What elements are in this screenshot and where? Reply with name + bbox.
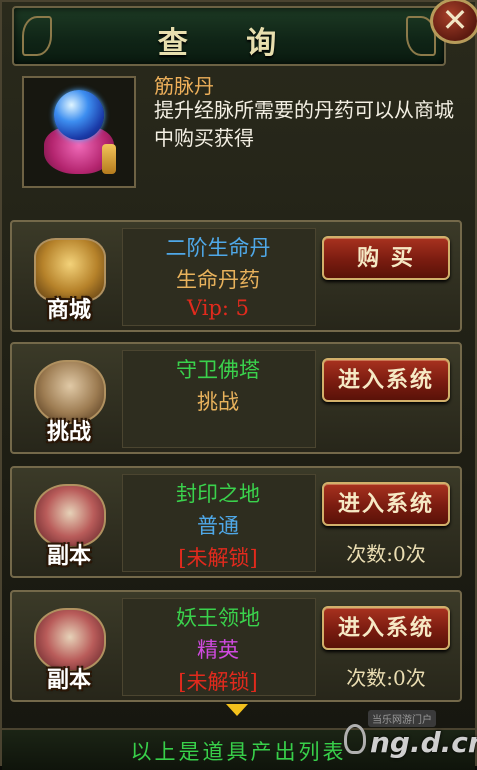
- source-row-challenge: 挑战 守卫佛塔 挑战 进入系统: [10, 342, 462, 454]
- close-button[interactable]: ✕: [430, 0, 477, 44]
- source-row-shop: 商城 二阶生命丹 生命丹药 Vip: 5 购 买: [10, 220, 462, 332]
- source-name: 封印之地: [176, 482, 260, 506]
- enter-system-button[interactable]: 进入系统: [322, 606, 450, 650]
- enter-system-button[interactable]: 进入系统: [322, 358, 450, 402]
- enter-system-button[interactable]: 进入系统: [322, 482, 450, 526]
- source-icon-label: 副本: [46, 668, 91, 693]
- dialog-title: 查 询: [157, 26, 301, 61]
- dialog-header: 查 询: [12, 6, 446, 66]
- source-name: 守卫佛塔: [176, 358, 260, 382]
- source-type: 精英: [197, 638, 239, 662]
- scroll-down-arrow-icon[interactable]: [226, 704, 248, 716]
- item-info-panel: 筋脉丹 提升经脉所需要的丹药可以从商城中购买获得: [14, 68, 466, 198]
- buy-button[interactable]: 购 买: [322, 236, 450, 280]
- horned-skull-icon[interactable]: 挑战: [22, 348, 116, 448]
- source-type: 生命丹药: [176, 268, 260, 292]
- watermark-caption: 当乐网游门户: [368, 710, 436, 727]
- source-name: 二阶生命丹: [165, 236, 271, 260]
- source-type: 普通: [197, 514, 239, 538]
- item-description: 提升经脉所需要的丹药可以从商城中购买获得: [154, 98, 454, 150]
- source-type: 挑战: [197, 390, 239, 414]
- source-icon-label: 副本: [46, 544, 91, 569]
- watermark-logo-icon: [344, 724, 366, 754]
- source-requirement: [未解锁]: [178, 546, 258, 570]
- dialog-frame: 查 询 ✕ 筋脉丹 提升经脉所需要的丹药可以从商城中购买获得 商城 二阶生命丹 …: [0, 0, 477, 770]
- source-row-dungeon-elite: 副本 妖王领地 精英 [未解锁] 进入系统 次数:0次: [10, 590, 462, 702]
- source-row-dungeon-normal: 副本 封印之地 普通 [未解锁] 进入系统 次数:0次: [10, 466, 462, 578]
- winged-skull-icon[interactable]: 副本: [22, 472, 116, 572]
- watermark-domain: ng.d.cn: [370, 726, 477, 759]
- winged-skull-icon[interactable]: 副本: [22, 596, 116, 696]
- item-name: 筋脉丹: [154, 74, 214, 98]
- item-pouch-icon: [22, 76, 136, 188]
- shop-chest-icon[interactable]: 商城: [22, 226, 116, 326]
- watermark: 当乐网游门户 ng.d.cn: [344, 706, 477, 766]
- attempt-count: 次数:0次: [346, 666, 426, 690]
- source-icon-label: 商城: [46, 298, 91, 323]
- source-name: 妖王领地: [176, 606, 260, 630]
- source-icon-label: 挑战: [46, 420, 91, 445]
- source-requirement: Vip: 5: [186, 296, 250, 320]
- attempt-count: 次数:0次: [346, 542, 426, 566]
- source-requirement: [未解锁]: [178, 670, 258, 694]
